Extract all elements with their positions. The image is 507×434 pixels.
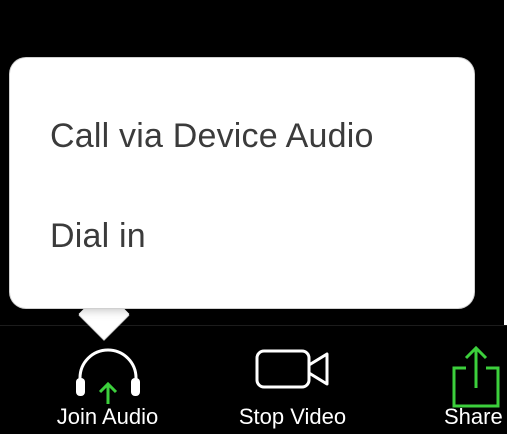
stop-video-button[interactable]: Stop Video	[215, 326, 370, 434]
dial-in-option[interactable]: Dial in	[50, 206, 454, 266]
stop-video-label: Stop Video	[238, 404, 347, 429]
call-via-device-audio-option[interactable]: Call via Device Audio	[50, 106, 454, 166]
meeting-toolbar: Join Audio Stop Video Share	[0, 325, 507, 434]
join-audio-button[interactable]: Join Audio	[40, 326, 175, 434]
audio-options-popup: Call via Device Audio Dial in	[10, 58, 474, 308]
headphones-icon	[72, 344, 144, 411]
share-label: Share	[444, 404, 503, 429]
share-button[interactable]: Share	[430, 326, 507, 434]
video-camera-icon	[253, 344, 333, 399]
join-audio-label: Join Audio	[56, 404, 159, 429]
